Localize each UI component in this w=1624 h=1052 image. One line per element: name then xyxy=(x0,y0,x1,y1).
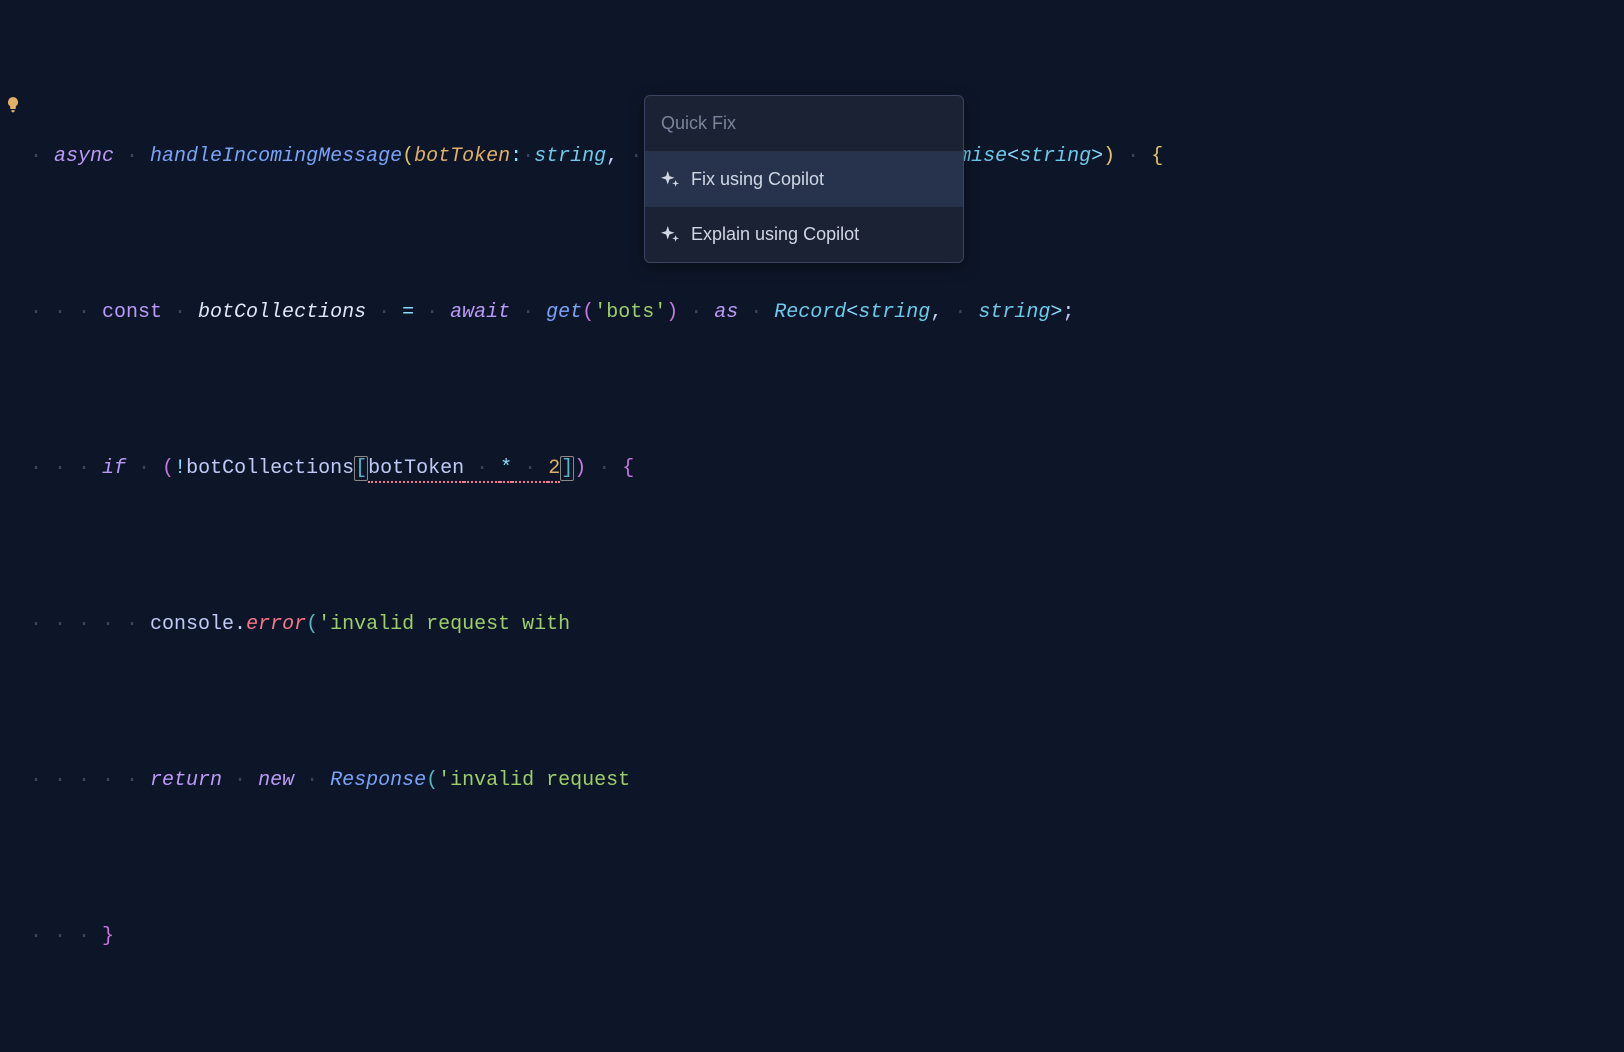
quickfix-fix-copilot[interactable]: Fix using Copilot xyxy=(645,152,963,207)
quickfix-header: Quick Fix xyxy=(645,96,963,152)
code-line[interactable]: · · · if · (!botCollections[botToken · *… xyxy=(20,449,1624,488)
quickfix-item-label: Explain using Copilot xyxy=(691,217,859,252)
quickfix-explain-copilot[interactable]: Explain using Copilot xyxy=(645,207,963,262)
quickfix-item-label: Fix using Copilot xyxy=(691,162,824,197)
code-line[interactable]: · · · const · botCollections · = · await… xyxy=(20,293,1624,332)
code-line[interactable]: · · · } xyxy=(20,917,1624,956)
sparkle-icon xyxy=(661,171,679,189)
sparkle-icon xyxy=(661,226,679,244)
code-line[interactable]: · · · · · return · new · Response('inval… xyxy=(20,761,1624,800)
error-token: botToken xyxy=(368,457,464,483)
function-name: handleIncomingMessage xyxy=(150,145,402,168)
code-line[interactable]: · · · · · console.error('invalid request… xyxy=(20,605,1624,644)
lightbulb-icon[interactable] xyxy=(4,96,22,114)
quickfix-popup: Quick Fix Fix using Copilot Explain usin… xyxy=(644,95,964,263)
keyword-async: async xyxy=(54,145,114,168)
